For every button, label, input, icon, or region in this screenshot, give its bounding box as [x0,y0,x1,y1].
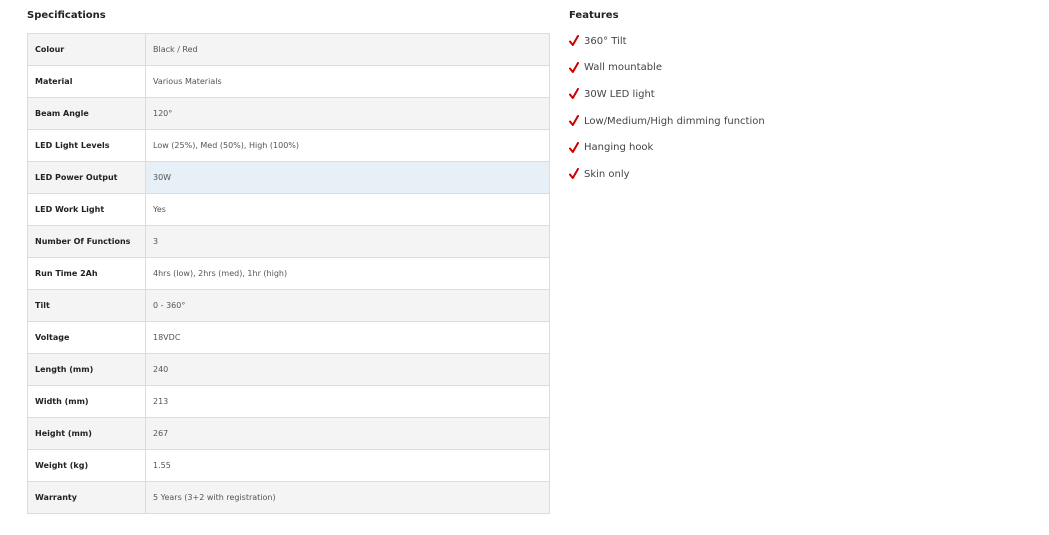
spec-label: Weight (kg) [27,449,146,482]
check-icon [569,88,579,100]
spec-value: Low (25%), Med (50%), High (100%) [145,129,550,162]
table-row: Weight (kg) 1.55 [27,449,550,482]
feature-label: Hanging hook [584,142,654,154]
table-row: Height (mm) 267 [27,417,550,450]
spec-label: Run Time 2Ah [27,257,146,290]
feature-label: Wall mountable [584,62,662,74]
spec-value: 1.55 [145,449,550,482]
spec-label: Height (mm) [27,417,146,450]
features-list: 360° Tilt Wall mountable 30W LED light L… [569,28,869,188]
check-icon [569,141,579,153]
table-row: Colour Black / Red [27,33,550,66]
spec-value: 3 [145,225,550,258]
table-row: LED Work Light Yes [27,193,550,226]
features-section: Features 360° Tilt Wall mountable 30W LE… [569,9,869,188]
spec-label: Voltage [27,321,146,354]
spec-value: 120° [145,97,550,130]
product-details-page: Specifications Colour Black / Red Materi… [0,0,1049,535]
spec-value: 30W [145,161,550,194]
spec-label: Length (mm) [27,353,146,386]
table-row: Beam Angle 120° [27,97,550,130]
feature-label: Low/Medium/High dimming function [584,115,765,127]
spec-value: 240 [145,353,550,386]
spec-label: Material [27,65,146,98]
table-row: Length (mm) 240 [27,353,550,386]
list-item: Low/Medium/High dimming function [569,108,869,135]
spec-label: Width (mm) [27,385,146,418]
spec-label: Colour [27,33,146,66]
spec-value: 0 - 360° [145,289,550,322]
spec-value: 4hrs (low), 2hrs (med), 1hr (high) [145,257,550,290]
table-row: LED Light Levels Low (25%), Med (50%), H… [27,129,550,162]
specifications-section: Specifications Colour Black / Red Materi… [27,9,550,514]
check-icon [569,115,579,127]
specifications-table: Colour Black / Red Material Various Mate… [27,33,550,514]
spec-label: Beam Angle [27,97,146,130]
features-title: Features [569,10,619,21]
spec-label: Tilt [27,289,146,322]
check-icon [569,168,579,180]
spec-value: 5 Years (3+2 with registration) [145,481,550,514]
spec-value: 267 [145,417,550,450]
table-row: Material Various Materials [27,65,550,98]
table-row: Width (mm) 213 [27,385,550,418]
table-row: Tilt 0 - 360° [27,289,550,322]
check-icon [569,61,579,73]
specifications-title: Specifications [27,10,106,21]
spec-value: Black / Red [145,33,550,66]
spec-value: 213 [145,385,550,418]
spec-label: Warranty [27,481,146,514]
list-item: 30W LED light [569,81,869,108]
spec-value: Various Materials [145,65,550,98]
list-item: Skin only [569,161,869,188]
table-row: LED Power Output 30W [27,161,550,194]
spec-label: LED Power Output [27,161,146,194]
list-item: Hanging hook [569,134,869,161]
feature-label: Skin only [584,168,630,180]
table-row: Run Time 2Ah 4hrs (low), 2hrs (med), 1hr… [27,257,550,290]
spec-value: 18VDC [145,321,550,354]
table-row: Voltage 18VDC [27,321,550,354]
table-row: Number Of Functions 3 [27,225,550,258]
spec-label: Number Of Functions [27,225,146,258]
spec-label: LED Work Light [27,193,146,226]
table-row: Warranty 5 Years (3+2 with registration) [27,481,550,514]
spec-label: LED Light Levels [27,129,146,162]
check-icon [569,35,579,47]
spec-value: Yes [145,193,550,226]
list-item: Wall mountable [569,55,869,82]
feature-label: 30W LED light [584,88,655,100]
feature-label: 360° Tilt [584,35,627,47]
list-item: 360° Tilt [569,28,869,55]
